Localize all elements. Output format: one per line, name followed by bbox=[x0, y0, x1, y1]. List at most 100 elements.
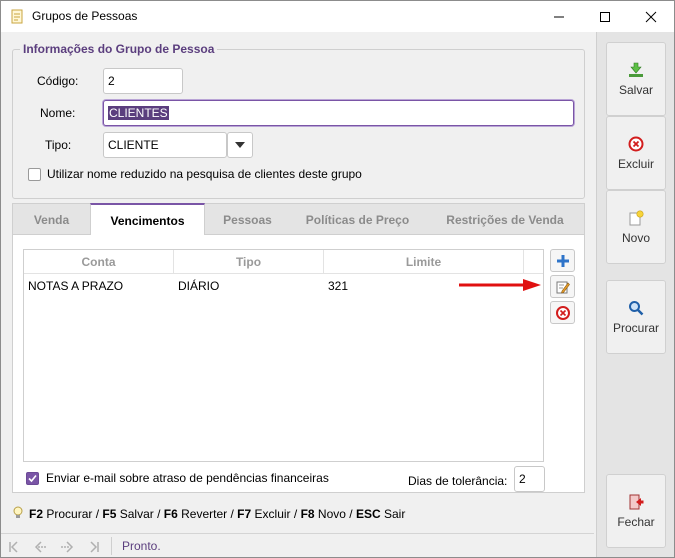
reduced-name-label: Utilizar nome reduzido na pesquisa de cl… bbox=[47, 167, 362, 181]
nav-previous-button[interactable] bbox=[31, 537, 51, 556]
cell-limite-text: 321 bbox=[328, 279, 349, 293]
fechar-button[interactable]: Fechar bbox=[606, 474, 666, 548]
status-bar: Pronto. bbox=[1, 533, 594, 557]
edit-vencimento-button[interactable] bbox=[550, 275, 575, 298]
nav-next-button[interactable] bbox=[57, 537, 77, 556]
salvar-label: Salvar bbox=[618, 82, 653, 97]
window: Grupos de Pessoas Informações do Grupo d… bbox=[0, 0, 675, 558]
close-window-button[interactable] bbox=[628, 1, 674, 32]
minimize-button[interactable] bbox=[536, 1, 582, 32]
tab-politicas-label: Políticas de Preço bbox=[305, 212, 410, 227]
chevron-down-icon bbox=[235, 142, 245, 148]
last-record-icon bbox=[90, 540, 99, 553]
tabs-area: Venda Vencimentos Pessoas Políticas de P… bbox=[12, 203, 585, 495]
first-record-icon bbox=[9, 540, 18, 553]
nome-label: Nome: bbox=[40, 106, 76, 120]
delete-icon bbox=[628, 136, 644, 151]
maximize-button[interactable] bbox=[582, 1, 628, 32]
previous-record-icon bbox=[34, 540, 47, 553]
check-icon bbox=[28, 474, 37, 483]
novo-label: Novo bbox=[621, 230, 650, 245]
document-icon bbox=[11, 9, 23, 24]
search-icon bbox=[629, 300, 644, 315]
shortcut-hint-bar: F2 Procurar / F5 Salvar / F6 Reverter / … bbox=[13, 506, 405, 521]
status-separator bbox=[111, 537, 112, 555]
nome-field[interactable]: CLIENTES bbox=[103, 100, 574, 126]
annotation-arrow-icon bbox=[459, 279, 541, 291]
cell-conta-text: NOTAS A PRAZO bbox=[28, 279, 124, 293]
codigo-label: Código: bbox=[37, 74, 79, 88]
lightbulb-icon bbox=[13, 506, 23, 518]
cell-tipo: DIÁRIO bbox=[174, 275, 324, 297]
tab-politicas-de-preco[interactable]: Políticas de Preço bbox=[290, 204, 425, 235]
tolerancia-field[interactable]: 2 bbox=[514, 466, 545, 492]
remove-icon bbox=[555, 305, 570, 320]
tab-venda-label: Venda bbox=[33, 212, 70, 227]
tolerancia-value: 2 bbox=[519, 472, 526, 486]
tipo-dropdown-button[interactable] bbox=[227, 132, 253, 158]
shortcut-action-novo: Novo bbox=[317, 507, 346, 521]
tab-restricoes-de-venda[interactable]: Restrições de Venda bbox=[425, 204, 585, 235]
tipo-value: CLIENTE bbox=[108, 138, 159, 152]
shortcut-key-f2: F2 bbox=[29, 507, 44, 521]
fechar-label: Fechar bbox=[617, 514, 655, 529]
plus-icon bbox=[556, 254, 569, 267]
tab-pessoas-label: Pessoas bbox=[223, 212, 272, 227]
group-info-legend: Informações do Grupo de Pessoa bbox=[20, 42, 218, 56]
title-bar: Grupos de Pessoas bbox=[1, 1, 674, 32]
minimize-icon bbox=[554, 16, 564, 17]
column-header-limite-label: Limite bbox=[405, 255, 442, 269]
tolerancia-label: Dias de tolerância: bbox=[408, 474, 508, 488]
shortcut-action-excluir: Excluir bbox=[254, 507, 291, 521]
cell-tipo-text: DIÁRIO bbox=[178, 279, 220, 293]
next-record-icon bbox=[61, 540, 74, 553]
cell-conta: NOTAS A PRAZO bbox=[24, 275, 174, 297]
column-header-conta-label: Conta bbox=[81, 255, 116, 269]
codigo-value: 2 bbox=[108, 74, 115, 88]
tipo-select[interactable]: CLIENTE bbox=[103, 132, 227, 158]
shortcut-action-sair: Sair bbox=[383, 507, 406, 521]
novo-button[interactable]: Novo bbox=[606, 190, 666, 264]
tab-pessoas[interactable]: Pessoas bbox=[205, 204, 290, 235]
reduced-name-checkbox[interactable] bbox=[28, 168, 41, 181]
save-icon bbox=[629, 62, 643, 77]
column-header-conta[interactable]: Conta bbox=[24, 250, 174, 274]
procurar-button[interactable]: Procurar bbox=[606, 280, 666, 354]
maximize-icon bbox=[600, 11, 610, 22]
tab-vencimentos-label: Vencimentos bbox=[110, 213, 185, 228]
main-area: Informações do Grupo de Pessoa Código: 2… bbox=[1, 32, 594, 557]
column-header-tipo-label: Tipo bbox=[235, 255, 262, 269]
shortcut-action-salvar: Salvar bbox=[119, 507, 154, 521]
email-checkbox[interactable] bbox=[26, 472, 39, 485]
exit-icon bbox=[629, 494, 644, 509]
remove-vencimento-button[interactable] bbox=[550, 301, 575, 324]
shortcut-action-reverter: Reverter bbox=[181, 507, 228, 521]
nome-value: CLIENTES bbox=[108, 106, 169, 120]
window-title: Grupos de Pessoas bbox=[32, 9, 138, 23]
add-vencimento-button[interactable] bbox=[550, 249, 575, 272]
salvar-button[interactable]: Salvar bbox=[606, 42, 666, 116]
shortcut-key-f6: F6 bbox=[163, 507, 178, 521]
excluir-label: Excluir bbox=[617, 156, 654, 171]
grid-header: Conta Tipo Limite bbox=[24, 250, 543, 274]
column-header-limite[interactable]: Limite bbox=[324, 250, 524, 274]
nav-first-button[interactable] bbox=[5, 537, 25, 556]
email-checkbox-label: Enviar e-mail sobre atraso de pendências… bbox=[46, 471, 329, 485]
group-info-panel: Informações do Grupo de Pessoa Código: 2… bbox=[12, 42, 585, 199]
shortcut-key-f7: F7 bbox=[237, 507, 252, 521]
tab-bar: Venda Vencimentos Pessoas Políticas de P… bbox=[12, 203, 585, 236]
nav-last-button[interactable] bbox=[83, 537, 103, 556]
close-icon bbox=[645, 11, 657, 22]
shortcut-key-esc: ESC bbox=[355, 507, 381, 521]
tab-restricoes-label: Restrições de Venda bbox=[446, 212, 564, 227]
codigo-field[interactable]: 2 bbox=[103, 68, 183, 94]
tab-venda[interactable]: Venda bbox=[13, 204, 90, 235]
tipo-label: Tipo: bbox=[45, 138, 72, 152]
shortcut-key-f5: F5 bbox=[102, 507, 117, 521]
excluir-button[interactable]: Excluir bbox=[606, 116, 666, 190]
action-panel: Salvar Excluir Novo Procurar Fechar bbox=[596, 32, 674, 557]
column-header-tipo[interactable]: Tipo bbox=[174, 250, 324, 274]
tab-vencimentos[interactable]: Vencimentos bbox=[90, 203, 205, 236]
status-text: Pronto. bbox=[122, 539, 161, 553]
shortcut-key-f8: F8 bbox=[300, 507, 315, 521]
